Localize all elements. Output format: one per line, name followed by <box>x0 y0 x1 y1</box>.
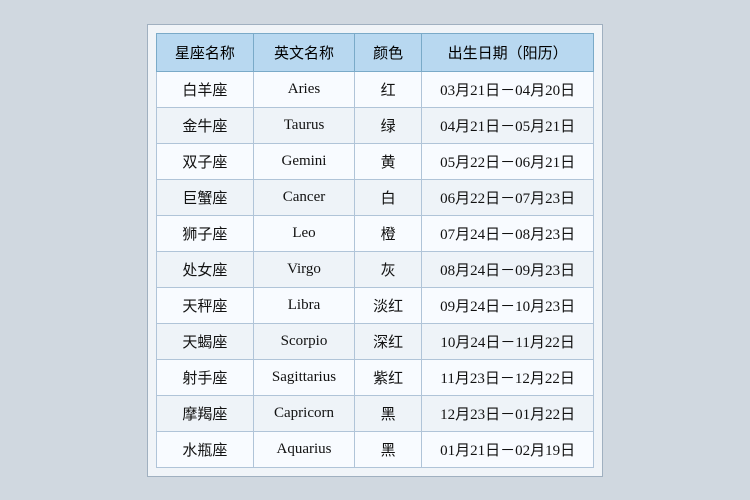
cell-1-3: 04月21日－05月21日 <box>422 107 594 143</box>
cell-4-0: 狮子座 <box>156 215 253 251</box>
cell-7-3: 10月24日－11月22日 <box>422 323 594 359</box>
cell-2-2: 黄 <box>355 143 422 179</box>
cell-6-1: Libra <box>253 287 354 323</box>
zodiac-table: 星座名称英文名称颜色出生日期（阳历） 白羊座Aries红03月21日－04月20… <box>156 33 594 468</box>
cell-10-3: 01月21日－02月19日 <box>422 431 594 467</box>
header-col-3: 出生日期（阳历） <box>422 33 594 71</box>
cell-4-2: 橙 <box>355 215 422 251</box>
cell-7-2: 深红 <box>355 323 422 359</box>
header-col-1: 英文名称 <box>253 33 354 71</box>
cell-0-2: 红 <box>355 71 422 107</box>
cell-7-1: Scorpio <box>253 323 354 359</box>
cell-0-3: 03月21日－04月20日 <box>422 71 594 107</box>
cell-9-1: Capricorn <box>253 395 354 431</box>
table-row: 处女座Virgo灰08月24日－09月23日 <box>156 251 593 287</box>
table-row: 摩羯座Capricorn黑12月23日－01月22日 <box>156 395 593 431</box>
cell-2-3: 05月22日－06月21日 <box>422 143 594 179</box>
table-row: 狮子座Leo橙07月24日－08月23日 <box>156 215 593 251</box>
header-col-2: 颜色 <box>355 33 422 71</box>
table-row: 射手座Sagittarius紫红11月23日－12月22日 <box>156 359 593 395</box>
table-row: 双子座Gemini黄05月22日－06月21日 <box>156 143 593 179</box>
cell-10-0: 水瓶座 <box>156 431 253 467</box>
cell-6-0: 天秤座 <box>156 287 253 323</box>
cell-0-0: 白羊座 <box>156 71 253 107</box>
cell-5-2: 灰 <box>355 251 422 287</box>
table-row: 白羊座Aries红03月21日－04月20日 <box>156 71 593 107</box>
cell-4-3: 07月24日－08月23日 <box>422 215 594 251</box>
cell-1-2: 绿 <box>355 107 422 143</box>
cell-8-3: 11月23日－12月22日 <box>422 359 594 395</box>
header-col-0: 星座名称 <box>156 33 253 71</box>
cell-5-1: Virgo <box>253 251 354 287</box>
cell-4-1: Leo <box>253 215 354 251</box>
cell-6-2: 淡红 <box>355 287 422 323</box>
cell-1-1: Taurus <box>253 107 354 143</box>
cell-3-0: 巨蟹座 <box>156 179 253 215</box>
cell-9-2: 黑 <box>355 395 422 431</box>
table-row: 金牛座Taurus绿04月21日－05月21日 <box>156 107 593 143</box>
table-header-row: 星座名称英文名称颜色出生日期（阳历） <box>156 33 593 71</box>
cell-3-1: Cancer <box>253 179 354 215</box>
cell-10-1: Aquarius <box>253 431 354 467</box>
cell-1-0: 金牛座 <box>156 107 253 143</box>
cell-3-2: 白 <box>355 179 422 215</box>
cell-6-3: 09月24日－10月23日 <box>422 287 594 323</box>
cell-10-2: 黑 <box>355 431 422 467</box>
cell-2-1: Gemini <box>253 143 354 179</box>
table-row: 天蝎座Scorpio深红10月24日－11月22日 <box>156 323 593 359</box>
zodiac-table-container: 星座名称英文名称颜色出生日期（阳历） 白羊座Aries红03月21日－04月20… <box>147 24 603 477</box>
cell-9-0: 摩羯座 <box>156 395 253 431</box>
cell-5-3: 08月24日－09月23日 <box>422 251 594 287</box>
cell-9-3: 12月23日－01月22日 <box>422 395 594 431</box>
cell-5-0: 处女座 <box>156 251 253 287</box>
cell-3-3: 06月22日－07月23日 <box>422 179 594 215</box>
table-row: 巨蟹座Cancer白06月22日－07月23日 <box>156 179 593 215</box>
cell-0-1: Aries <box>253 71 354 107</box>
cell-8-2: 紫红 <box>355 359 422 395</box>
cell-2-0: 双子座 <box>156 143 253 179</box>
cell-8-0: 射手座 <box>156 359 253 395</box>
table-row: 天秤座Libra淡红09月24日－10月23日 <box>156 287 593 323</box>
table-row: 水瓶座Aquarius黑01月21日－02月19日 <box>156 431 593 467</box>
cell-7-0: 天蝎座 <box>156 323 253 359</box>
cell-8-1: Sagittarius <box>253 359 354 395</box>
